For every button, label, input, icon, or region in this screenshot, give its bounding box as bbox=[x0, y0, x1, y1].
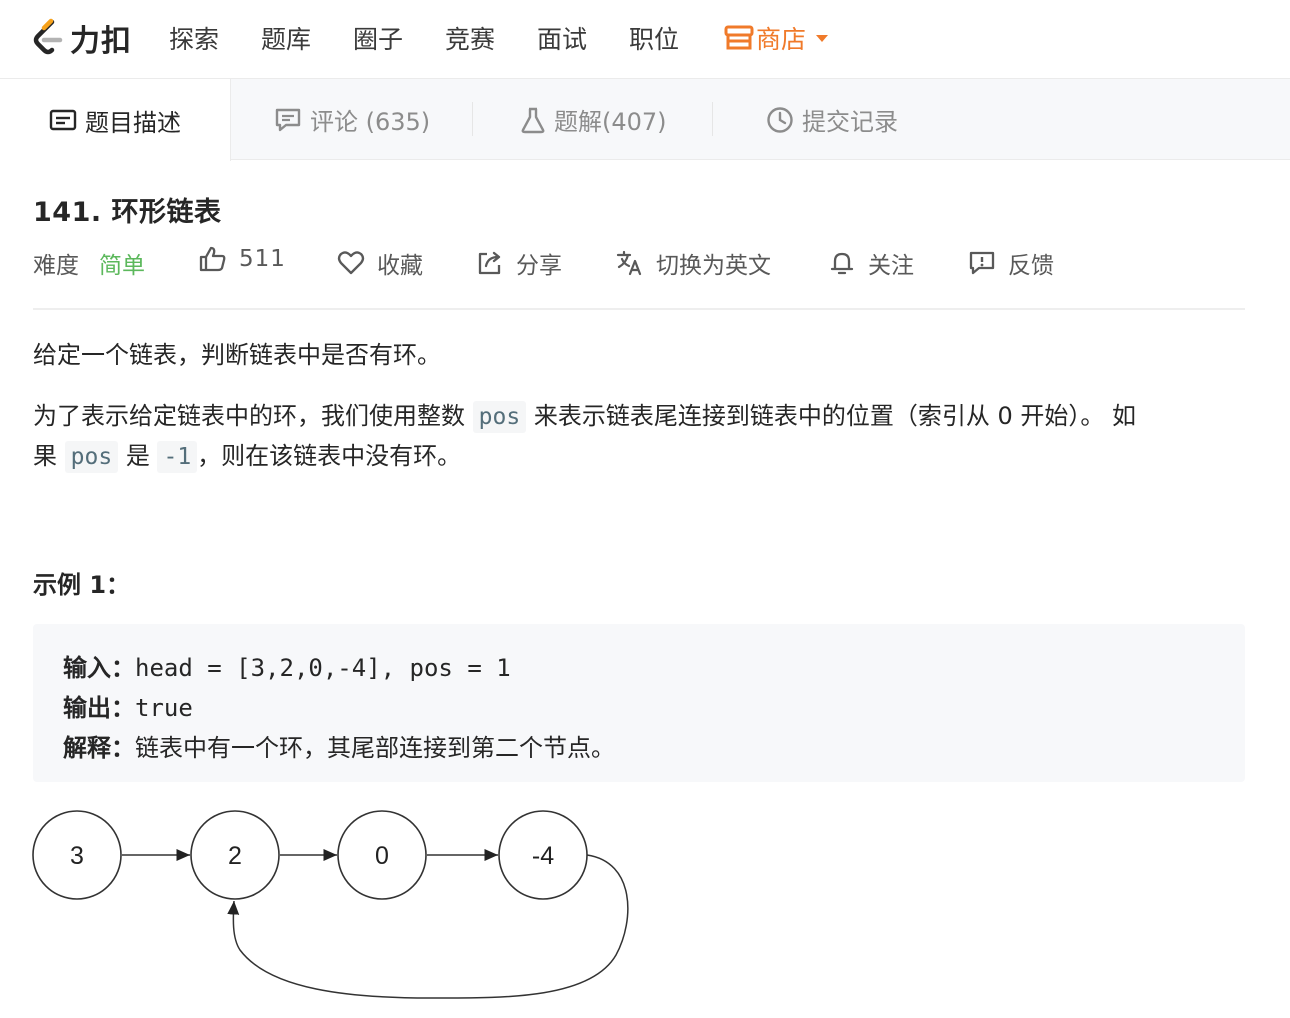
share-icon bbox=[478, 251, 501, 275]
problem-tabs: 题目描述 评论 (635) 题解(407) 提交记录 bbox=[0, 79, 1290, 161]
comment-icon bbox=[275, 108, 301, 131]
example-block: 输入：head = [3,2,0,-4], pos = 1 输出：true 解释… bbox=[33, 624, 1245, 782]
tab-divider bbox=[472, 102, 473, 136]
heart-icon bbox=[337, 251, 365, 275]
text-span: 来表示链表尾连接到链表中的位置（索引从 0 开始）。 如 bbox=[533, 402, 1136, 430]
inline-code: -1 bbox=[157, 441, 198, 473]
tab-comments[interactable]: 评论 (635) bbox=[274, 79, 430, 160]
switch-language-button[interactable]: 切换为英文 bbox=[616, 246, 771, 280]
example-explanation-value: 链表中有一个环，其尾部连接到第二个节点。 bbox=[135, 734, 615, 762]
inline-code: pos bbox=[64, 441, 119, 473]
text-span: ，则在该链表中没有环。 bbox=[197, 442, 462, 470]
example-input-label: 输入： bbox=[63, 654, 135, 682]
linked-list-diagram: 3 2 0 -4 bbox=[32, 810, 629, 999]
store-icon bbox=[724, 25, 754, 50]
node-value: 0 bbox=[375, 842, 389, 870]
node-value: 2 bbox=[228, 842, 242, 870]
translate-icon bbox=[616, 250, 642, 276]
list-node: 2 bbox=[190, 810, 280, 900]
top-navbar: 力扣 探索 题库 圈子 竞赛 面试 职位 商店 bbox=[0, 0, 1290, 79]
difficulty: 难度 简单 bbox=[33, 246, 145, 280]
tab-solutions-label: 题解(407) bbox=[554, 108, 667, 136]
example-output-label: 输出： bbox=[63, 694, 135, 722]
feedback-icon bbox=[969, 251, 995, 275]
feedback-label: 反馈 bbox=[1008, 253, 1054, 279]
nav-circle[interactable]: 圈子 bbox=[353, 20, 403, 56]
example-title: 示例 1： bbox=[33, 571, 131, 599]
nav-contest[interactable]: 竞赛 bbox=[445, 20, 495, 56]
brand-logo[interactable]: 力扣 bbox=[30, 16, 132, 60]
tab-description-label: 题目描述 bbox=[85, 108, 181, 137]
like-button[interactable]: 511 bbox=[199, 246, 286, 272]
node-value: -4 bbox=[532, 842, 554, 870]
list-node: -4 bbox=[498, 810, 588, 900]
example-output: 输出：true bbox=[63, 688, 193, 723]
favorite-label: 收藏 bbox=[377, 253, 423, 279]
example-explanation: 解释：链表中有一个环，其尾部连接到第二个节点。 bbox=[63, 728, 615, 763]
bell-icon bbox=[830, 252, 854, 275]
chevron-down-icon bbox=[816, 34, 829, 42]
example-output-value: true bbox=[135, 694, 193, 722]
switch-language-label: 切换为英文 bbox=[656, 253, 771, 279]
tab-description[interactable]: 题目描述 bbox=[0, 79, 231, 161]
nav-problemset[interactable]: 题库 bbox=[261, 20, 311, 56]
clock-icon bbox=[767, 106, 793, 133]
brand-name: 力扣 bbox=[70, 24, 132, 59]
difficulty-label: 难度 bbox=[33, 253, 79, 279]
list-node: 3 bbox=[32, 810, 122, 900]
example-input: 输入：head = [3,2,0,-4], pos = 1 bbox=[63, 648, 511, 683]
nav-explore[interactable]: 探索 bbox=[169, 20, 219, 56]
text-span: 是 bbox=[125, 442, 150, 470]
list-node: 0 bbox=[337, 810, 427, 900]
node-value: 3 bbox=[70, 842, 84, 870]
nav-interview[interactable]: 面试 bbox=[537, 20, 587, 56]
text-span: 果 bbox=[33, 442, 57, 470]
description-icon bbox=[49, 109, 77, 131]
problem-title: 141. 环形链表 bbox=[33, 197, 222, 228]
feedback-button[interactable]: 反馈 bbox=[968, 246, 1054, 280]
nav-store[interactable]: 商店 bbox=[724, 20, 829, 56]
example-input-value: head = [3,2,0,-4], pos = 1 bbox=[135, 654, 511, 682]
tab-divider bbox=[712, 102, 713, 136]
share-button[interactable]: 分享 bbox=[476, 246, 562, 280]
follow-label: 关注 bbox=[868, 253, 914, 279]
inline-code: pos bbox=[472, 401, 527, 433]
nav-jobs[interactable]: 职位 bbox=[629, 20, 679, 56]
difficulty-value: 简单 bbox=[99, 253, 145, 279]
tab-submissions[interactable]: 提交记录 bbox=[766, 79, 898, 160]
text-span: 为了表示给定链表中的环，我们使用整数 bbox=[33, 402, 465, 430]
thumbs-up-icon bbox=[199, 246, 226, 272]
tab-solutions[interactable]: 题解(407) bbox=[520, 79, 667, 160]
tab-comments-label: 评论 (635) bbox=[310, 108, 431, 136]
description-paragraph-1: 给定一个链表，判断链表中是否有环。 bbox=[33, 341, 441, 369]
example-explanation-label: 解释： bbox=[63, 734, 135, 762]
flask-icon bbox=[521, 107, 545, 133]
store-label: 商店 bbox=[756, 25, 807, 54]
follow-button[interactable]: 关注 bbox=[828, 246, 914, 280]
favorite-button[interactable]: 收藏 bbox=[337, 246, 423, 280]
share-label: 分享 bbox=[516, 253, 562, 279]
description-paragraph-2: 为了表示给定链表中的环，我们使用整数 pos 来表示链表尾连接到链表中的位置（索… bbox=[33, 397, 1248, 477]
tab-submissions-label: 提交记录 bbox=[802, 108, 898, 136]
like-count: 511 bbox=[239, 246, 286, 272]
divider bbox=[33, 308, 1245, 310]
leetcode-logo-icon bbox=[33, 18, 63, 55]
